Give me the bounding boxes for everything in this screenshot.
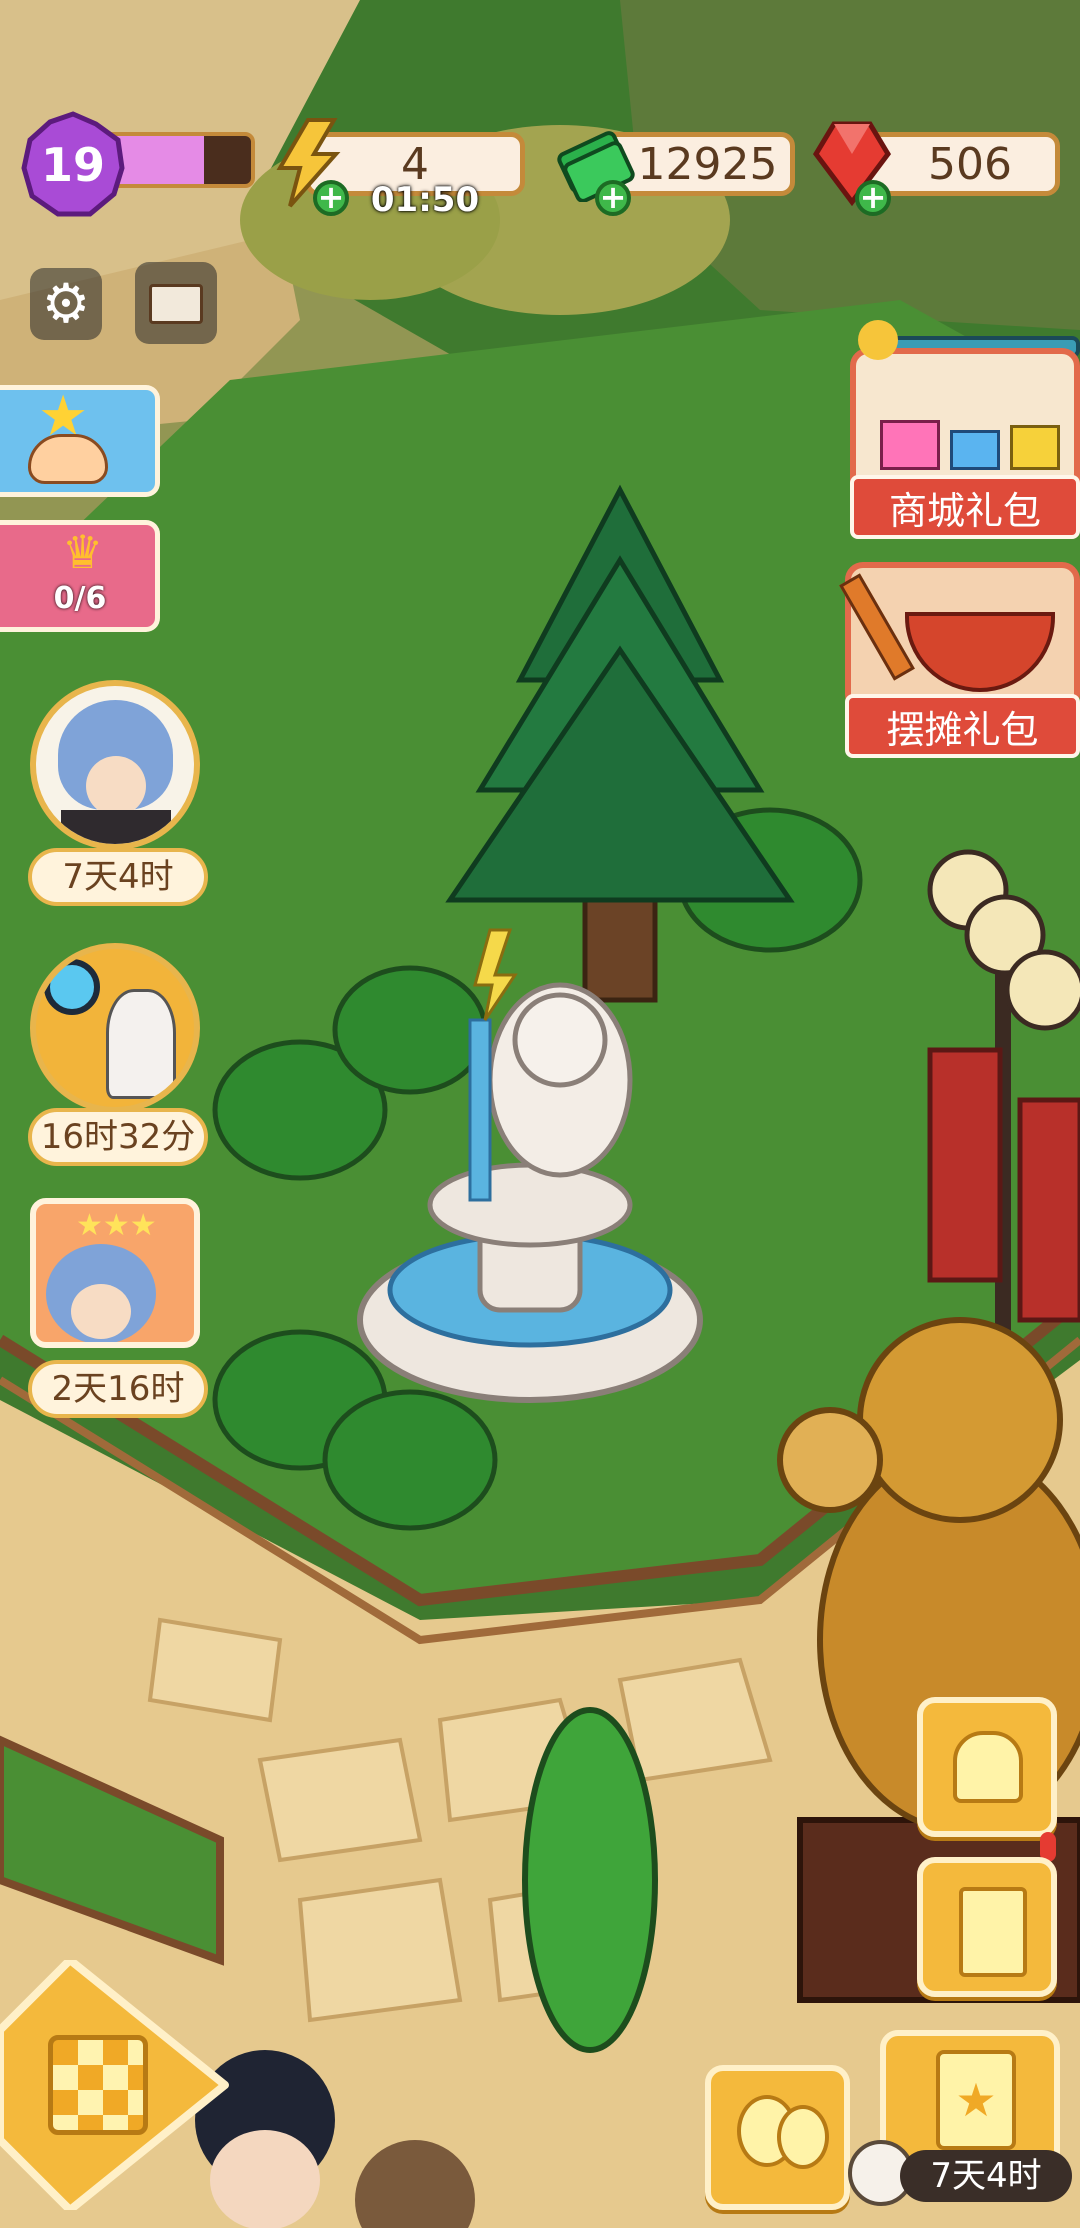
- people-icon: [953, 1731, 1023, 1803]
- magnifier-icon: [44, 959, 100, 1015]
- event-card-3[interactable]: ★★★: [30, 1198, 200, 1348]
- clipboard-star-icon: ★: [936, 2050, 1016, 2150]
- character-face-icon: [86, 756, 146, 816]
- shop-pack-button[interactable]: 商城礼包: [850, 320, 1080, 539]
- gift-box-icon: [950, 430, 1000, 470]
- cat-icon: [106, 989, 176, 1099]
- mail-button[interactable]: [135, 262, 217, 344]
- characters-button[interactable]: [917, 1697, 1057, 1837]
- stall-pack-label-visible: 摆摊礼包: [845, 694, 1080, 758]
- event-timer-2: 16时32分: [28, 1108, 208, 1166]
- balloon-icon: [777, 2105, 829, 2169]
- energy-timer: 01:50: [370, 180, 480, 220]
- gift-box-icon: [880, 420, 940, 470]
- top-hud: 19 4 + 01:50 12925 + 506 +: [0, 110, 1080, 230]
- shop-pack-label: 商城礼包: [850, 475, 1080, 539]
- event-timer-1: 7天4时: [28, 848, 208, 906]
- lemon-icon: [858, 320, 898, 360]
- gem-value: 506: [928, 139, 1012, 190]
- event-avatar-1[interactable]: [30, 680, 200, 850]
- envelope-icon: [149, 284, 203, 324]
- task-progress: 0/6: [53, 581, 107, 616]
- cash-add-icon[interactable]: +: [595, 180, 631, 216]
- star-event-button[interactable]: ★: [0, 384, 160, 497]
- checker-board-icon: [48, 2035, 148, 2135]
- character-face-icon: [71, 1284, 131, 1339]
- task-button[interactable]: ♛ 0/6: [0, 520, 160, 632]
- collection-book-button[interactable]: [917, 1857, 1057, 1997]
- stall-pack-button[interactable]: 摆摊礼包 摆摊礼包: [839, 562, 1080, 762]
- level-number: 19: [40, 138, 105, 192]
- balloon-button[interactable]: [705, 2065, 850, 2210]
- bottom-event-timer: 7天4时: [900, 2150, 1072, 2202]
- build-mode-button[interactable]: [0, 1956, 230, 2214]
- pudding-icon: [28, 434, 108, 484]
- settings-button[interactable]: ⚙: [30, 268, 102, 340]
- book-icon: [959, 1887, 1027, 1977]
- gift-box-icon: [1010, 425, 1060, 470]
- event-avatar-2[interactable]: [30, 943, 200, 1113]
- energy-add-icon[interactable]: +: [313, 180, 349, 216]
- level-badge[interactable]: 19: [18, 110, 128, 220]
- stars-icon: ★★★: [76, 1208, 157, 1243]
- event-timer-3: 2天16时: [28, 1360, 208, 1418]
- gear-icon: ⚙: [41, 272, 91, 335]
- gem-add-icon[interactable]: +: [855, 180, 891, 216]
- crown-icon: ♛: [62, 525, 104, 579]
